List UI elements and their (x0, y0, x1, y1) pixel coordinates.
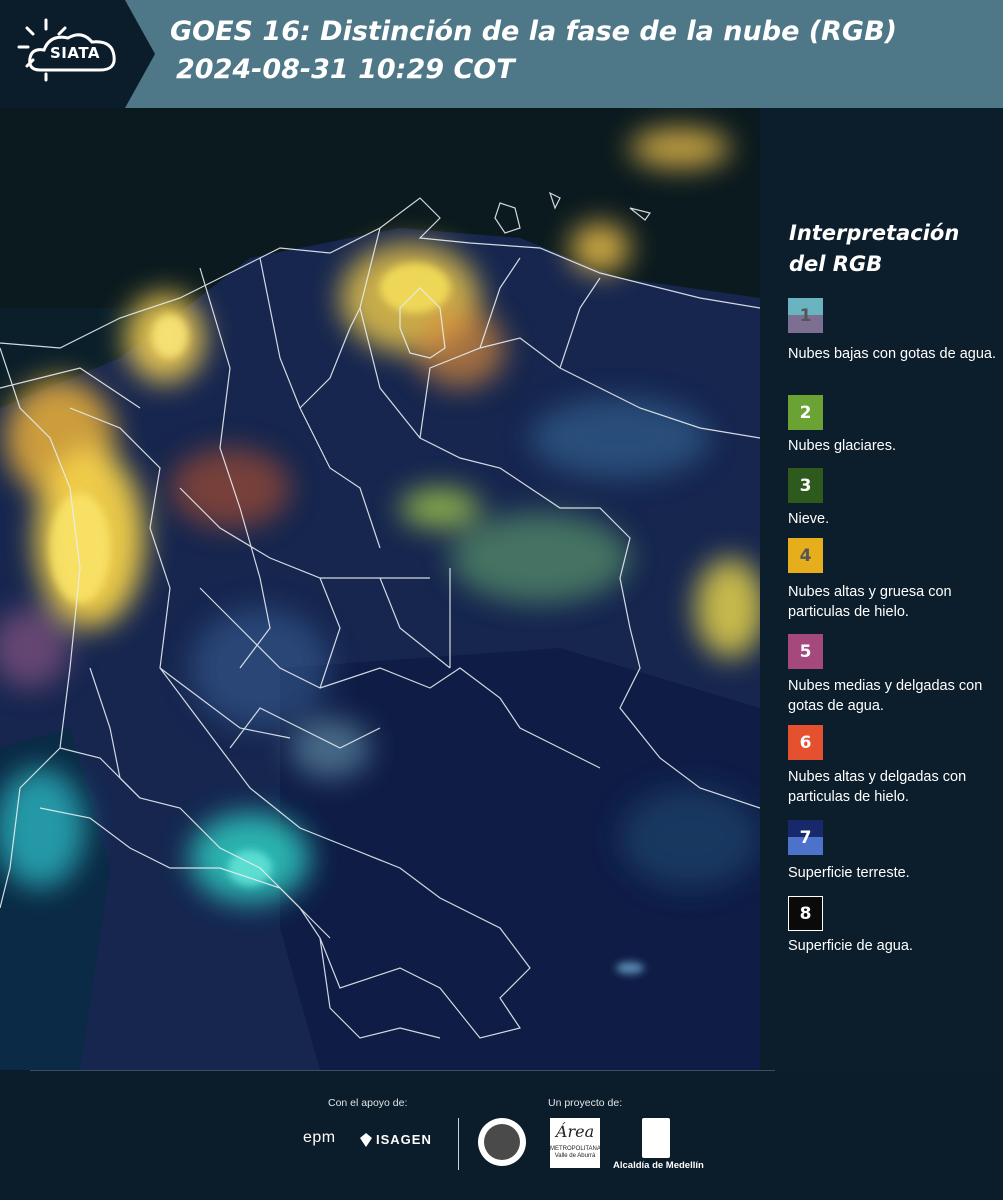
legend-description-6: Nubes altas y delgadas con particulas de… (788, 769, 967, 805)
legend-description-1: Nubes bajas con gotas de agua. (788, 346, 996, 362)
legend-number-4: 4 (799, 545, 812, 566)
isagen-logo: ISAGEN (376, 1132, 432, 1147)
siata-logo: SIATA (0, 0, 155, 108)
medellin-label: Alcaldía de Medellín (613, 1160, 704, 1171)
legend-description-4: Nubes altas y gruesa con particulas de h… (788, 584, 952, 620)
legend-description-8: Superficie de agua. (788, 938, 913, 954)
isagen-mark-icon (360, 1133, 372, 1147)
legend-description-5: Nubes medias y delgadas con gotas de agu… (788, 678, 983, 714)
area-metropolitana-logo: Área METROPOLITANA Valle de Aburrá (550, 1118, 601, 1168)
legend-title: Interpretación del RGB (789, 221, 960, 276)
legend-number-3: 3 (799, 475, 812, 496)
seal-inner-icon (484, 1124, 520, 1160)
page-timestamp: 2024-08-31 10:29 COT (176, 54, 515, 85)
legend-number-7: 7 (799, 827, 812, 848)
legend-swatch-8: 8 (788, 896, 823, 931)
area-logo-text: Área (555, 1122, 595, 1141)
page-title: GOES 16: Distinción de la fase de la nub… (170, 16, 897, 47)
support-label: Con el apoyo de: (328, 1097, 408, 1109)
medellin-emblem-icon (642, 1118, 670, 1158)
legend-description-7: Superficie terreste. (788, 865, 910, 881)
legend-swatch-2: 2 (788, 395, 823, 430)
legend-swatch-1: 1 (788, 298, 823, 333)
footer-divider-line (30, 1070, 775, 1071)
footer-vertical-divider (458, 1118, 459, 1170)
legend-swatch-7: 7 (788, 820, 823, 855)
siata-logo-text: SIATA (50, 44, 101, 62)
footer: Con el apoyo de: Un proyecto de: epm ISA… (0, 1070, 1003, 1200)
legend-swatch-6: 6 (788, 725, 823, 760)
legend-swatch-3: 3 (788, 468, 823, 503)
epm-logo: epm (303, 1129, 336, 1146)
project-label: Un proyecto de: (548, 1097, 623, 1109)
legend-number-1: 1 (799, 305, 812, 326)
legend-number-2: 2 (799, 402, 812, 423)
legend-number-8: 8 (799, 903, 812, 924)
legend-description-2: Nubes glaciares. (788, 438, 896, 454)
legend-swatch-5: 5 (788, 634, 823, 669)
header-bar: SIATA GOES 16: Distinción de la fase de … (0, 0, 1003, 108)
satellite-rgb-map (0, 108, 760, 1070)
legend-number-5: 5 (799, 641, 812, 662)
legend-swatch-4: 4 (788, 538, 823, 573)
legend-description-3: Nieve. (788, 511, 830, 527)
legend-panel: Interpretación del RGB 1 Nubes bajas con… (760, 108, 1003, 1070)
area-logo-subtext: METROPOLITANA Valle de Aburrá (550, 1146, 601, 1159)
legend-number-6: 6 (799, 732, 812, 753)
